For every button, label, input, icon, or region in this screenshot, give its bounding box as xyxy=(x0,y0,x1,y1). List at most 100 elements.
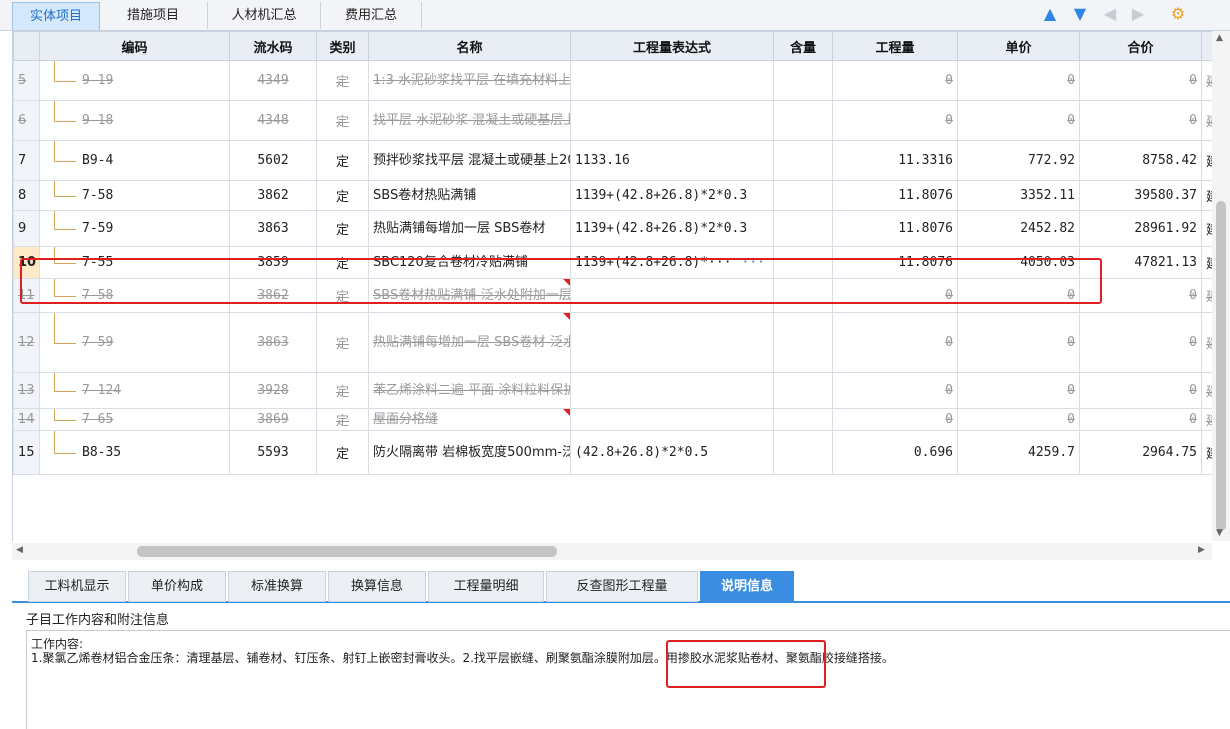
col-header-expression[interactable]: 工程量表达式 xyxy=(570,31,774,61)
vertical-scrollbar[interactable]: ▲ ▼ xyxy=(1212,31,1230,541)
expression-cell[interactable] xyxy=(570,100,774,141)
tab-standard-conversion[interactable]: 标准换算 xyxy=(228,571,326,602)
total-cell[interactable]: 0 xyxy=(1079,312,1202,373)
total-cell[interactable]: 39580.37 xyxy=(1079,180,1202,211)
total-cell[interactable]: 0 xyxy=(1079,278,1202,313)
seq-cell[interactable]: 3859 xyxy=(229,246,317,279)
content-cell[interactable] xyxy=(773,372,833,409)
content-cell[interactable] xyxy=(773,60,833,101)
type-cell[interactable]: 定 xyxy=(316,210,369,247)
content-cell[interactable] xyxy=(773,278,833,313)
name-cell[interactable]: SBS卷材热贴满铺 xyxy=(368,180,571,211)
total-cell[interactable]: 0 xyxy=(1079,100,1202,141)
type-cell[interactable]: 定 xyxy=(316,60,369,101)
arrow-up-icon[interactable]: ▲ xyxy=(1040,4,1060,24)
tab-measure-items[interactable]: 措施项目 xyxy=(99,2,208,29)
settings-icon[interactable]: ⚙ xyxy=(1168,4,1188,24)
unit-price-cell[interactable]: 0 xyxy=(957,100,1080,141)
name-cell[interactable]: SBC120复合卷材冷贴满铺 xyxy=(368,246,571,279)
unit-price-cell[interactable]: 0 xyxy=(957,312,1080,373)
description-textbox[interactable]: 工作内容: 1.聚氯乙烯卷材铝合金压条：清理基层、铺卷材、钉压条、射钉上嵌密封膏… xyxy=(26,630,1230,729)
code-cell[interactable]: 7-59 xyxy=(39,210,230,247)
expression-cell[interactable]: 1133.16 xyxy=(570,140,774,181)
type-cell[interactable]: 定 xyxy=(316,246,369,279)
tab-labor-material-summary[interactable]: 人材机汇总 xyxy=(208,2,321,29)
scroll-down-icon[interactable]: ▼ xyxy=(1216,528,1223,538)
tab-quantity-detail[interactable]: 工程量明细 xyxy=(428,571,544,602)
type-cell[interactable]: 定 xyxy=(316,408,369,431)
row-number-cell[interactable]: 5 xyxy=(13,60,40,101)
name-cell[interactable]: 热贴满铺每增加一层 SBS卷材 xyxy=(368,210,571,247)
scroll-up-icon[interactable]: ▲ xyxy=(1216,33,1223,43)
scroll-left-icon[interactable]: ◀ xyxy=(16,545,23,555)
table-row[interactable]: 15B8-355593定防火隔离带 岩棉板宽度500mm-泛水12J201 A1… xyxy=(13,430,1213,475)
horizontal-scrollbar[interactable]: ◀ ▶ xyxy=(12,543,1212,560)
expression-cell[interactable]: (42.8+26.8)*2*0.5 xyxy=(570,430,774,475)
tab-conversion-info[interactable]: 换算信息 xyxy=(328,571,426,602)
type-cell[interactable]: 定 xyxy=(316,312,369,373)
col-header-total[interactable]: 合价 xyxy=(1079,31,1202,61)
type-cell[interactable]: 定 xyxy=(316,278,369,313)
name-cell[interactable]: 防火隔离带 岩棉板宽度500mm-泛水12J201 A13/2 xyxy=(368,430,571,475)
expression-expand-button[interactable]: ··· xyxy=(742,255,765,270)
quantity-cell[interactable]: 11.8076 xyxy=(832,246,958,279)
unit-price-cell[interactable]: 0 xyxy=(957,60,1080,101)
type-cell[interactable]: 定 xyxy=(316,430,369,475)
row-number-cell[interactable]: 6 xyxy=(13,100,40,141)
content-cell[interactable] xyxy=(773,100,833,141)
row-number-cell[interactable]: 13 xyxy=(13,372,40,409)
unit-price-cell[interactable]: 0 xyxy=(957,372,1080,409)
content-cell[interactable] xyxy=(773,180,833,211)
row-number-cell[interactable]: 10 xyxy=(13,246,40,279)
expression-cell[interactable] xyxy=(570,278,774,313)
code-cell[interactable]: 7-59 xyxy=(39,312,230,373)
col-header-name[interactable]: 名称 xyxy=(368,31,571,61)
seq-cell[interactable]: 3869 xyxy=(229,408,317,431)
code-cell[interactable]: 9-19 xyxy=(39,60,230,101)
tab-description-info[interactable]: 说明信息 xyxy=(700,571,794,602)
vertical-scroll-thumb[interactable] xyxy=(1216,201,1226,531)
quantity-cell[interactable]: 0 xyxy=(832,372,958,409)
row-number-cell[interactable]: 14 xyxy=(13,408,40,431)
table-row[interactable]: 127-593863定热贴满铺每增加一层 SBS卷材-泛水处附加一层防水卷材00… xyxy=(13,312,1213,373)
type-cell[interactable]: 定 xyxy=(316,372,369,409)
total-cell[interactable]: 2964.75 xyxy=(1079,430,1202,475)
arrow-down-icon[interactable]: ▼ xyxy=(1070,4,1090,24)
quantity-cell[interactable]: 0.696 xyxy=(832,430,958,475)
scroll-right-icon[interactable]: ▶ xyxy=(1198,545,1205,555)
col-header-unit-price[interactable]: 单价 xyxy=(957,31,1080,61)
quantity-cell[interactable]: 0 xyxy=(832,60,958,101)
total-cell[interactable]: 28961.92 xyxy=(1079,210,1202,247)
unit-price-cell[interactable]: 2452.82 xyxy=(957,210,1080,247)
quantity-cell[interactable]: 0 xyxy=(832,100,958,141)
expression-cell[interactable]: 1139+(42.8+26.8)*2*0.3 xyxy=(570,210,774,247)
seq-cell[interactable]: 3862 xyxy=(229,180,317,211)
content-cell[interactable] xyxy=(773,312,833,373)
code-cell[interactable]: B9-4 xyxy=(39,140,230,181)
quantity-cell[interactable]: 0 xyxy=(832,312,958,373)
expression-cell[interactable] xyxy=(570,60,774,101)
horizontal-scroll-thumb[interactable] xyxy=(137,546,557,557)
table-row[interactable]: 10 7-55 3859 定 SBC120复合卷材冷贴满铺 1139+(42.8+26.8… xyxy=(13,246,1213,279)
type-cell[interactable]: 定 xyxy=(316,100,369,141)
name-cell[interactable]: 热贴满铺每增加一层 SBS卷材-泛水处附加一层防水卷材 xyxy=(368,312,571,373)
table-row[interactable]: 69-184348定找平层 水泥砂浆 混凝土或硬基层上 20mm000建 xyxy=(13,100,1213,141)
content-cell[interactable] xyxy=(773,408,833,431)
type-cell[interactable]: 定 xyxy=(316,140,369,181)
code-cell[interactable]: 7-124 xyxy=(39,372,230,409)
total-cell[interactable]: 8758.42 xyxy=(1079,140,1202,181)
col-header-code[interactable]: 编码 xyxy=(39,31,230,61)
tab-entity-items[interactable]: 实体项目 xyxy=(12,2,100,30)
total-cell[interactable]: 0 xyxy=(1079,60,1202,101)
name-cell[interactable]: 找平层 水泥砂浆 混凝土或硬基层上 20mm xyxy=(368,100,571,141)
quantity-cell[interactable]: 11.3316 xyxy=(832,140,958,181)
name-cell[interactable]: 1:3 水泥砂浆找平层 在填充材料上 20mm xyxy=(368,60,571,101)
unit-price-cell[interactable]: 4050.03 xyxy=(957,246,1080,279)
expression-cell[interactable]: 1139+(42.8+26.8)*2*0.3 xyxy=(570,180,774,211)
seq-cell[interactable]: 3928 xyxy=(229,372,317,409)
content-cell[interactable] xyxy=(773,246,833,279)
code-cell[interactable]: B8-35 xyxy=(39,430,230,475)
quantity-cell[interactable]: 0 xyxy=(832,278,958,313)
table-row[interactable]: 7B9-45602定预拌砂浆找平层 混凝土或硬基上20mm1133.16 11.3… xyxy=(13,140,1213,181)
content-cell[interactable] xyxy=(773,140,833,181)
